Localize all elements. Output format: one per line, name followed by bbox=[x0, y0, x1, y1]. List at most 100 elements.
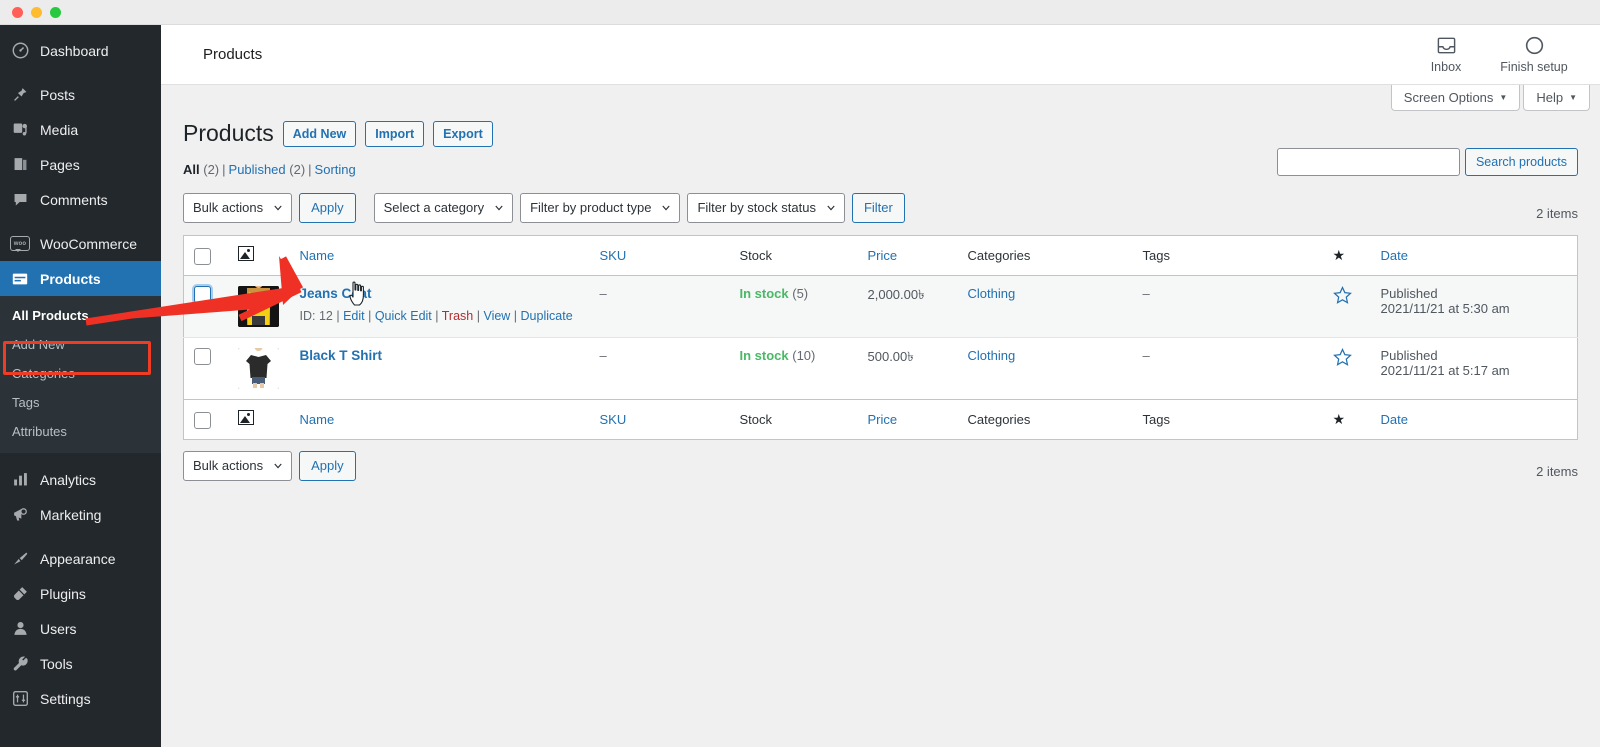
select-all-checkbox[interactable] bbox=[194, 411, 211, 429]
row-checkbox[interactable] bbox=[194, 285, 211, 303]
close-window-button[interactable] bbox=[12, 6, 23, 18]
sidebar-item-dashboard[interactable]: Dashboard bbox=[0, 33, 161, 68]
category-link[interactable]: Clothing bbox=[968, 348, 1016, 363]
post-date: 2021/11/21 at 5:17 am bbox=[1380, 362, 1510, 378]
finish-setup-button[interactable]: Finish setup bbox=[1490, 35, 1578, 74]
sku-column-header[interactable]: SKU bbox=[589, 235, 730, 276]
product-type-value: Filter by product type bbox=[530, 200, 652, 216]
sidebar-item-woocommerce[interactable]: woo WooCommerce bbox=[0, 226, 161, 261]
search-input[interactable] bbox=[1276, 148, 1460, 176]
sidebar-item-appearance[interactable]: Appearance bbox=[0, 541, 161, 576]
featured-star-icon[interactable] bbox=[1332, 285, 1352, 308]
product-thumbnail[interactable] bbox=[237, 285, 279, 327]
tags-column-header: Tags bbox=[1132, 235, 1323, 276]
stock-quantity: (10) bbox=[792, 347, 816, 363]
price-column-footer[interactable]: Price bbox=[857, 398, 958, 440]
sidebar-item-tags[interactable]: Tags bbox=[0, 388, 161, 417]
featured-column-footer[interactable]: ★ bbox=[1322, 398, 1371, 440]
page-header: Products Add New Import Export bbox=[183, 119, 1578, 149]
inbox-button[interactable]: Inbox bbox=[1402, 35, 1490, 74]
product-type-select[interactable]: Filter by product type bbox=[520, 192, 681, 223]
sidebar-item-label: Settings bbox=[40, 690, 91, 707]
finish-setup-label: Finish setup bbox=[1500, 60, 1568, 74]
traffic-lights bbox=[12, 6, 61, 18]
sidebar-item-posts[interactable]: Posts bbox=[0, 77, 161, 112]
bulk-actions-select-bottom[interactable]: Bulk actions bbox=[183, 450, 293, 481]
row-price-cell: 2,000.00৳ bbox=[857, 275, 958, 338]
category-select[interactable]: Select a category bbox=[373, 192, 514, 223]
apply-button-bottom[interactable]: Apply bbox=[299, 450, 356, 481]
stock-status-select[interactable]: Filter by stock status bbox=[687, 192, 845, 223]
row-date-cell: Published 2021/11/21 at 5:30 am bbox=[1370, 275, 1578, 338]
sidebar-item-attributes[interactable]: Attributes bbox=[0, 417, 161, 446]
sidebar-item-products[interactable]: Products bbox=[0, 261, 169, 296]
apply-button-top[interactable]: Apply bbox=[299, 192, 356, 223]
trash-link[interactable]: Trash bbox=[442, 309, 474, 323]
export-button[interactable]: Export bbox=[433, 120, 493, 147]
sidebar-item-all-products[interactable]: All Products bbox=[0, 301, 161, 330]
row-checkbox[interactable] bbox=[194, 347, 211, 365]
view-all-link[interactable]: All (2) bbox=[183, 162, 219, 177]
row-featured-cell bbox=[1322, 275, 1371, 338]
row-stock-cell: In stock (5) bbox=[729, 275, 858, 338]
minimize-window-button[interactable] bbox=[31, 6, 42, 18]
product-id: ID: 12 bbox=[299, 308, 333, 323]
row-price-cell: 500.00৳ bbox=[857, 336, 958, 400]
sidebar-item-label: Dashboard bbox=[40, 42, 109, 59]
sidebar-item-analytics[interactable]: Analytics bbox=[0, 462, 161, 497]
screen-options-tab[interactable]: Screen Options ▼ bbox=[1390, 85, 1521, 111]
featured-star-icon[interactable] bbox=[1332, 347, 1352, 370]
bulk-actions-select-top[interactable]: Bulk actions bbox=[183, 192, 293, 223]
filter-button[interactable]: Filter bbox=[851, 192, 905, 223]
chevron-down-icon bbox=[274, 463, 282, 469]
sidebar-item-categories[interactable]: Categories bbox=[0, 359, 161, 388]
category-link[interactable]: Clothing bbox=[968, 286, 1016, 301]
product-name-link[interactable]: Black T Shirt bbox=[300, 348, 383, 363]
search-form: Search products bbox=[1276, 148, 1578, 176]
tablenav-bottom: Bulk actions Apply 2 items bbox=[183, 450, 1578, 481]
row-name-cell: Black T Shirt bbox=[289, 336, 590, 400]
sidebar-item-tools[interactable]: Tools bbox=[0, 646, 161, 681]
sidebar-item-label: Posts bbox=[40, 86, 76, 103]
admin-sidebar: Dashboard Posts Media Pages Comments woo… bbox=[0, 25, 169, 747]
sidebar-item-media[interactable]: Media bbox=[0, 112, 161, 147]
duplicate-link[interactable]: Duplicate bbox=[521, 309, 573, 323]
sidebar-item-pages[interactable]: Pages bbox=[0, 147, 161, 182]
add-new-button[interactable]: Add New bbox=[282, 120, 357, 147]
sidebar-item-users[interactable]: Users bbox=[0, 611, 161, 646]
featured-column-header[interactable]: ★ bbox=[1322, 235, 1371, 276]
select-all-checkbox[interactable] bbox=[194, 247, 211, 265]
date-column-footer[interactable]: Date bbox=[1370, 398, 1578, 440]
row-tags-cell: – bbox=[1132, 275, 1323, 338]
product-thumbnail[interactable] bbox=[237, 347, 279, 389]
date-column-header[interactable]: Date bbox=[1370, 235, 1578, 276]
sidebar-item-comments[interactable]: Comments bbox=[0, 182, 161, 217]
quick-edit-link[interactable]: Quick Edit bbox=[375, 309, 432, 323]
sidebar-item-marketing[interactable]: Marketing bbox=[0, 497, 161, 532]
dashboard-icon bbox=[9, 41, 31, 61]
sliders-icon bbox=[9, 689, 31, 709]
sidebar-item-settings[interactable]: Settings bbox=[0, 681, 161, 716]
view-link[interactable]: View bbox=[483, 309, 510, 323]
sidebar-item-plugins[interactable]: Plugins bbox=[0, 576, 161, 611]
row-sku-cell: – bbox=[589, 275, 730, 338]
name-column-footer[interactable]: Name bbox=[289, 398, 590, 440]
search-products-button[interactable]: Search products bbox=[1464, 148, 1578, 176]
bulk-actions-value: Bulk actions bbox=[193, 200, 264, 216]
view-sorting-link[interactable]: Sorting bbox=[315, 162, 356, 177]
table-footer-row: Name SKU Stock Price Categories Tags ★ D… bbox=[183, 398, 1578, 440]
help-tab[interactable]: Help ▼ bbox=[1523, 85, 1590, 111]
import-button[interactable]: Import bbox=[365, 120, 425, 147]
price-column-header[interactable]: Price bbox=[857, 235, 958, 276]
sidebar-item-add-new[interactable]: Add New bbox=[0, 330, 161, 359]
wrench-icon bbox=[9, 654, 31, 674]
woocommerce-header: Products Inbox Finish setup bbox=[161, 25, 1600, 85]
select-all-footer-header bbox=[183, 398, 228, 440]
sku-column-footer[interactable]: SKU bbox=[589, 398, 730, 440]
select-all-header bbox=[183, 235, 228, 276]
maximize-window-button[interactable] bbox=[50, 6, 61, 18]
items-count-bottom: 2 items bbox=[1536, 463, 1578, 479]
view-published-link[interactable]: Published (2) bbox=[229, 162, 306, 177]
star-icon: ★ bbox=[1332, 246, 1346, 263]
name-column-header[interactable]: Name bbox=[289, 235, 590, 276]
